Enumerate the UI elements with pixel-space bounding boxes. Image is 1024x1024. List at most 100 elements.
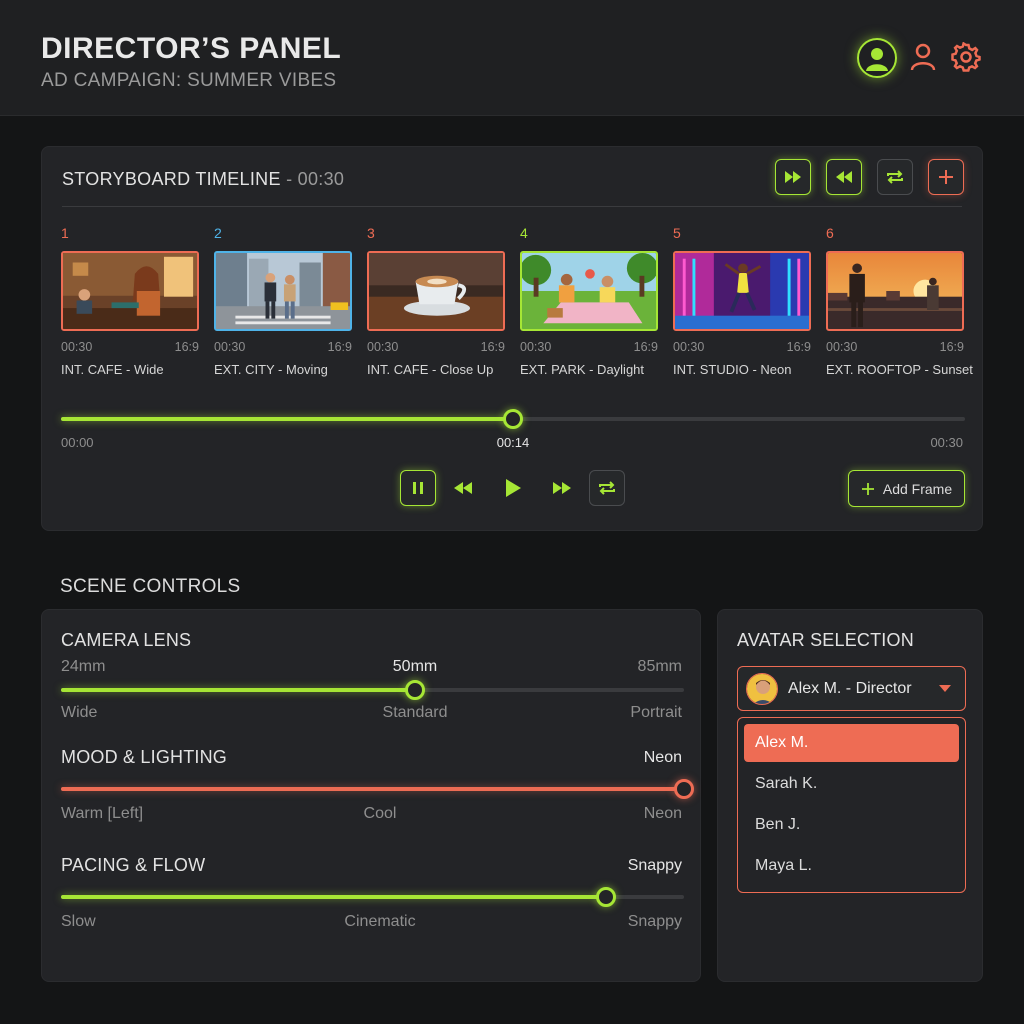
avatar-option[interactable]: Alex M.	[744, 724, 959, 762]
repeat-icon	[599, 481, 615, 495]
frame-ratio: 16:9	[633, 340, 658, 354]
frame-duration: 00:30	[520, 340, 552, 354]
gear-icon[interactable]	[950, 40, 982, 74]
frame-ratio: 16:9	[174, 340, 199, 354]
storyboard-frame-6[interactable]: 6 00:30 16:9 EXT. ROOFTOP - Sunset	[826, 225, 973, 377]
camera-lens-value: 50mm	[392, 658, 438, 675]
pacing-flow-slider-handle[interactable]	[595, 887, 616, 907]
divider	[62, 206, 962, 207]
storyboard-frame-4[interactable]: 4 00:30 16:9 EXT. PARK - Daylight	[520, 225, 660, 377]
rewind-icon	[454, 482, 472, 494]
frame-label: EXT. CITY - Moving	[214, 362, 328, 377]
camera-lens-title: CAMERA LENS	[61, 630, 192, 650]
avatar-selection-panel: AVATAR SELECTION Alex M. - Director Alex…	[717, 609, 983, 982]
frame-ratio: 16:9	[327, 340, 352, 354]
avatar-dropdown[interactable]: Alex M. - Director	[737, 666, 966, 711]
avatar-dropdown-value: Alex M. - Director	[788, 679, 912, 697]
avatar	[746, 672, 778, 705]
storyboard-title: STORYBOARD TIMELINE - 00:30	[62, 169, 345, 189]
mood-lighting-value: Neon	[643, 749, 682, 766]
storyboard-duration: - 00:30	[280, 169, 345, 189]
page-subtitle: AD CAMPAIGN: SUMMER VIBES	[41, 70, 337, 91]
timeline-scrubber[interactable]	[503, 409, 523, 429]
frame-number: 3	[367, 225, 375, 241]
avatar-option[interactable]: Ben J.	[744, 806, 959, 844]
avatar-icon[interactable]	[857, 38, 897, 78]
rewind-button[interactable]	[445, 470, 481, 506]
rewind-icon	[836, 171, 852, 183]
chevron-down-icon	[939, 685, 951, 692]
pacing-flow-right-label: Snappy	[627, 913, 682, 930]
app-header: DIRECTOR’S PANEL AD CAMPAIGN: SUMMER VIB…	[0, 0, 1024, 116]
frame-ratio: 16:9	[939, 340, 964, 354]
fast-forward-icon	[785, 171, 801, 183]
camera-lens-slider[interactable]	[61, 680, 684, 700]
camera-lens-slider-handle[interactable]	[404, 680, 425, 700]
fast-forward-button[interactable]	[775, 159, 811, 195]
frame-thumbnail	[214, 251, 352, 331]
avatar-options-list: Alex M. Sarah K. Ben J. Maya L.	[737, 717, 966, 893]
mood-lighting-left-label: Warm [Left]	[61, 805, 144, 822]
avatar-option[interactable]: Sarah K.	[744, 765, 959, 803]
repeat-icon	[887, 170, 903, 184]
mood-lighting-slider-handle[interactable]	[674, 779, 694, 799]
frame-thumbnail	[520, 251, 658, 331]
rewind-button[interactable]	[826, 159, 862, 195]
add-frame-button[interactable]: Add Frame	[848, 470, 965, 507]
repeat-button[interactable]	[877, 159, 913, 195]
storyboard-panel: STORYBOARD TIMELINE - 00:30 1 00:30 16:9…	[41, 146, 983, 531]
frame-duration: 00:30	[367, 340, 399, 354]
frame-thumbnail	[673, 251, 811, 331]
frame-ratio: 16:9	[786, 340, 811, 354]
fast-forward-icon	[553, 482, 571, 494]
camera-lens-mid-label: Standard	[382, 704, 448, 721]
play-button[interactable]	[495, 470, 531, 506]
frame-label: INT. STUDIO - Neon	[673, 362, 792, 377]
play-icon	[506, 479, 521, 497]
timeline-track[interactable]	[61, 409, 965, 429]
frame-number: 6	[826, 225, 834, 241]
frame-duration: 00:30	[673, 340, 705, 354]
timeline-end-time: 00:30	[930, 435, 963, 450]
timeline-start-time: 00:00	[61, 435, 94, 450]
frame-number: 5	[673, 225, 681, 241]
camera-lens-left-label: Wide	[61, 704, 98, 721]
plus-icon	[939, 170, 953, 184]
pacing-flow-value: Snappy	[627, 857, 682, 874]
page-title: DIRECTOR’S PANEL	[41, 32, 342, 65]
frame-label: EXT. PARK - Daylight	[520, 362, 645, 377]
storyboard-frame-2[interactable]: 2 00:30 16:9 EXT. CITY - Moving	[214, 225, 354, 377]
fast-forward-button[interactable]	[544, 470, 580, 506]
mood-lighting-slider[interactable]	[61, 779, 694, 799]
add-frame-label: Add Frame	[882, 480, 953, 497]
pacing-flow-mid-label: Cinematic	[344, 913, 416, 930]
avatar-selection-title: AVATAR SELECTION	[737, 630, 914, 650]
scene-controls-title: SCENE CONTROLS	[60, 576, 241, 597]
frame-number: 1	[61, 225, 69, 241]
repeat-button[interactable]	[589, 470, 625, 506]
avatar-option[interactable]: Maya L.	[744, 847, 959, 885]
plus-icon	[861, 482, 874, 495]
mood-lighting-mid-label: Cool	[363, 805, 397, 822]
frame-ratio: 16:9	[480, 340, 505, 354]
frame-label: EXT. ROOFTOP - Sunset	[826, 362, 973, 377]
user-icon[interactable]	[908, 41, 938, 73]
frame-number: 4	[520, 225, 528, 241]
frame-thumbnail	[61, 251, 199, 331]
timeline-current-time: 00:14	[496, 435, 530, 450]
frame-duration: 00:30	[214, 340, 246, 354]
camera-lens-max: 85mm	[637, 658, 682, 675]
add-button[interactable]	[928, 159, 964, 195]
pacing-flow-title: PACING & FLOW	[61, 855, 206, 875]
storyboard-frame-1[interactable]: 1 00:30 16:9 INT. CAFE - Wide	[61, 225, 201, 377]
pause-button[interactable]	[400, 470, 436, 506]
frame-duration: 00:30	[61, 340, 93, 354]
storyboard-frame-3[interactable]: 3 00:30 16:9 INT. CAFE - Close Up	[367, 225, 507, 377]
storyboard-frame-5[interactable]: 5 00:30 16:9 INT. STUDIO - Neon	[673, 225, 813, 377]
timeline-progress	[61, 417, 513, 421]
frame-label: INT. CAFE - Wide	[61, 362, 164, 377]
mood-lighting-title: MOOD & LIGHTING	[61, 747, 228, 767]
pacing-flow-slider[interactable]	[61, 887, 684, 907]
frame-duration: 00:30	[826, 340, 858, 354]
frame-thumbnail	[367, 251, 505, 331]
